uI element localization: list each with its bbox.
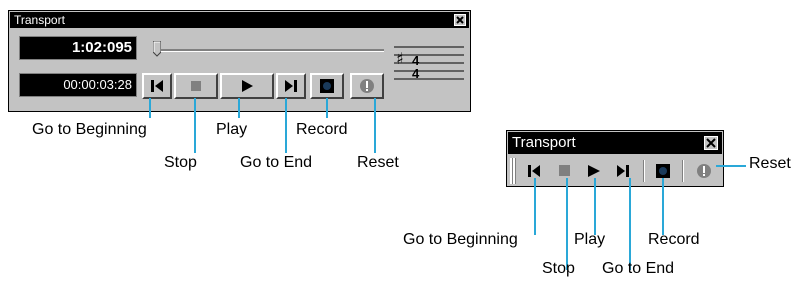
go-to-end-icon: [285, 80, 297, 92]
go-to-end-icon[interactable]: [617, 165, 629, 177]
toolbar-separator: [682, 160, 684, 182]
transport-window-small: Transport: [506, 130, 724, 187]
record-icon[interactable]: [656, 164, 670, 178]
close-button[interactable]: [454, 14, 466, 26]
label-small-stop: Stop: [542, 260, 575, 277]
record-button[interactable]: [310, 73, 344, 99]
callout-line-small-go-to-end: [629, 178, 631, 270]
stop-button[interactable]: [174, 73, 218, 99]
callout-line-small-go-to-beginning: [534, 178, 536, 235]
callout-line-play: [238, 98, 240, 118]
callout-line-go-to-beginning: [149, 98, 151, 118]
label-small-go-to-end: Go to End: [602, 260, 675, 277]
callout-line-record: [326, 98, 328, 118]
go-to-beginning-icon: [151, 80, 163, 92]
title-bar-small[interactable]: Transport: [508, 132, 722, 154]
position-slider-thumb[interactable]: [153, 41, 161, 57]
position-display[interactable]: 1:02:095: [19, 36, 137, 60]
window-title-small: Transport: [512, 134, 576, 151]
time-signature-bottom: 4: [412, 66, 420, 81]
label-small-go-to-beginning: Go to Beginning: [403, 231, 518, 248]
go-to-beginning-button[interactable]: [142, 73, 172, 99]
callout-line-small-play: [594, 178, 596, 235]
label-reset: Reset: [357, 154, 399, 171]
title-bar[interactable]: Transport: [10, 12, 469, 28]
reset-icon[interactable]: [696, 163, 712, 179]
record-icon: [320, 79, 334, 93]
reset-icon: [360, 79, 374, 93]
label-record: Record: [296, 121, 348, 138]
reset-button[interactable]: [350, 73, 384, 99]
callout-line-reset: [374, 98, 376, 153]
sharp-icon: ♯: [396, 49, 404, 68]
label-stop: Stop: [164, 154, 197, 171]
transport-window-large: Transport 1:02:095 00:00:03:28 ♯ 4 4: [8, 10, 471, 112]
callout-line-small-record: [662, 178, 664, 235]
stop-icon[interactable]: [559, 165, 570, 176]
toolbar-grip[interactable]: [510, 158, 516, 184]
label-small-reset: Reset: [749, 155, 791, 172]
play-icon[interactable]: [588, 165, 600, 177]
label-play: Play: [216, 121, 248, 138]
label-go-to-beginning: Go to Beginning: [32, 121, 147, 138]
close-button-small[interactable]: [704, 136, 718, 150]
go-to-beginning-icon[interactable]: [528, 165, 540, 177]
play-button[interactable]: [220, 73, 274, 99]
position-slider-track[interactable]: [154, 49, 384, 52]
label-small-play: Play: [574, 231, 606, 248]
callout-line-stop: [194, 98, 196, 153]
time-signature-staff: ♯ 4 4: [394, 46, 464, 81]
close-icon: [706, 138, 716, 148]
callout-line-small-stop: [566, 178, 568, 270]
window-title: Transport: [14, 13, 65, 27]
go-to-end-button[interactable]: [276, 73, 306, 99]
callout-line-small-reset: [716, 165, 746, 167]
label-small-record: Record: [648, 231, 700, 248]
toolbar-separator: [643, 160, 645, 182]
time-display[interactable]: 00:00:03:28: [19, 73, 137, 97]
play-icon: [242, 80, 253, 92]
stop-icon: [191, 81, 201, 91]
close-icon: [456, 16, 464, 24]
callout-line-go-to-end: [285, 98, 287, 153]
label-go-to-end: Go to End: [240, 154, 313, 171]
